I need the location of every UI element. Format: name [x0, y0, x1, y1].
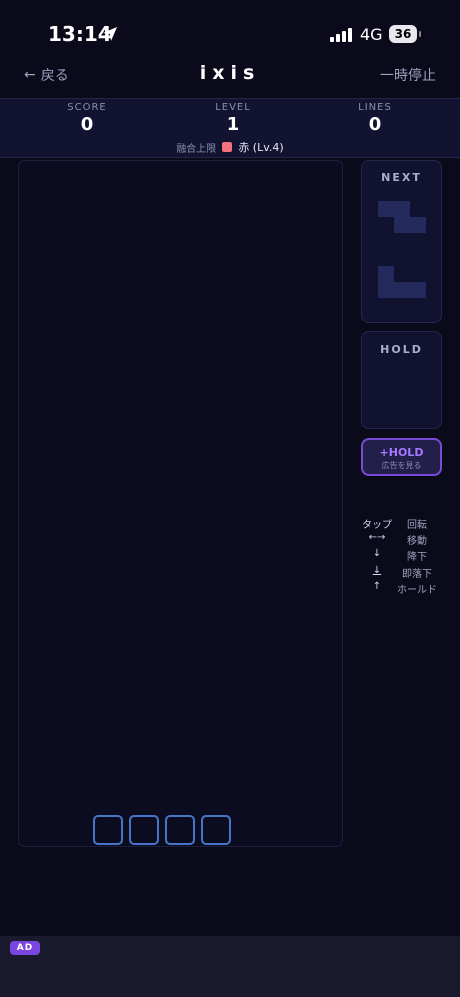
hold-panel[interactable]: HOLD — [361, 331, 442, 429]
level-stat: LEVEL 1 — [163, 102, 303, 135]
ghost-block — [201, 815, 231, 845]
battery-tip — [419, 31, 421, 37]
control-action: ホールド — [397, 585, 437, 596]
battery-icon: 36 — [389, 25, 417, 43]
hold-title: HOLD — [380, 343, 423, 356]
next-piece-block — [410, 282, 426, 298]
control-action: 回転 — [407, 520, 427, 531]
control-key: ←→ — [368, 532, 386, 543]
watch-ad-label: 広告を見る — [381, 461, 422, 470]
next-piece-block — [378, 282, 394, 298]
fusion-label: 融合上限 — [176, 143, 217, 155]
fusion-limit: 融合上限 赤 (Lv.4) — [0, 139, 460, 155]
lines-label: LINES — [358, 102, 392, 113]
next-piece-block — [394, 201, 410, 217]
control-row: ←→ 移動 — [362, 532, 442, 547]
battery-level: 36 — [394, 27, 412, 41]
control-key: ↓ — [372, 548, 382, 559]
score-label: SCORE — [67, 102, 107, 113]
control-action: 降下 — [407, 552, 427, 563]
signal-icon — [330, 28, 352, 42]
control-key: ↓ — [372, 565, 382, 576]
control-row: ↓ 降下 — [362, 548, 442, 563]
next-piece-block — [394, 282, 410, 298]
lines-value: 0 — [368, 114, 382, 135]
pause-button[interactable]: 一時停止 — [380, 65, 436, 85]
ad-banner[interactable] — [0, 936, 460, 997]
next-panel: NEXT — [361, 160, 442, 323]
fusion-value: 赤 (Lv.4) — [238, 141, 284, 154]
control-action: 移動 — [407, 536, 427, 547]
ghost-block — [93, 815, 123, 845]
score-stat: SCORE 0 — [17, 102, 157, 135]
ghost-block — [129, 815, 159, 845]
level-label: LEVEL — [215, 102, 251, 113]
level-value: 1 — [226, 114, 240, 135]
fusion-color-swatch — [222, 142, 233, 152]
network-type: 4G — [360, 25, 383, 44]
control-row: タップ 回転 — [362, 516, 442, 531]
control-row: ↑ ホールド — [362, 581, 442, 596]
next-piece-block — [410, 217, 426, 233]
next-piece-block — [394, 217, 410, 233]
next-piece-block — [378, 201, 394, 217]
next-title: NEXT — [381, 171, 422, 184]
next-piece-block — [378, 266, 394, 282]
control-key: タップ — [362, 520, 392, 531]
score-value: 0 — [80, 114, 94, 135]
ghost-block — [165, 815, 195, 845]
game-board[interactable] — [18, 160, 343, 847]
lines-stat: LINES 0 — [305, 102, 445, 135]
control-key: ↑ — [372, 581, 382, 592]
extra-hold-button[interactable]: +HOLD 広告を見る — [361, 438, 442, 476]
location-icon — [103, 27, 117, 41]
control-row: ↓ 即落下 — [362, 565, 442, 580]
extra-hold-label: +HOLD — [379, 446, 424, 459]
ad-badge: AD — [10, 941, 40, 955]
control-action: 即落下 — [402, 569, 432, 580]
